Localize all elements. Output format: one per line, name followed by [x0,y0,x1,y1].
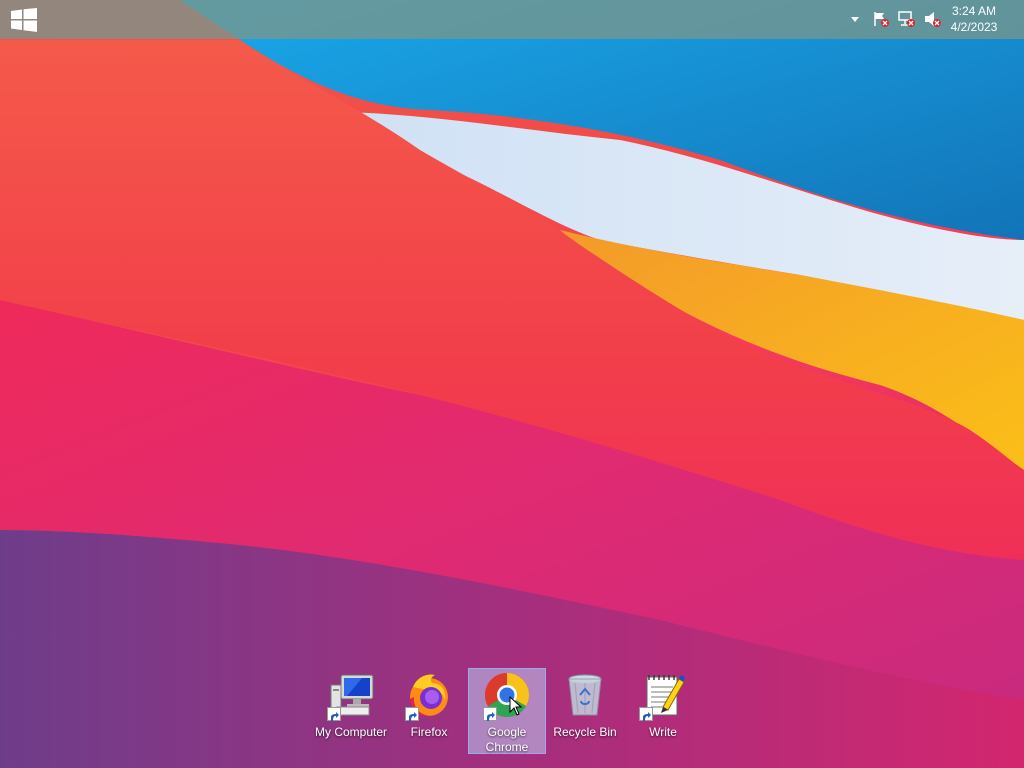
start-button[interactable] [8,6,40,34]
desktop-icon-label: Recycle Bin [553,725,617,739]
desktop-icon-label: My Computer [314,725,388,739]
desktop[interactable]: 3:24 AM 4/2/2023 My Computer Firefox Goo… [0,0,1024,768]
chrome-icon [483,671,531,721]
windows-logo-icon [11,8,37,32]
desktop-icon-label: Write [649,725,677,739]
clock-date: 4/2/2023 [950,20,998,34]
desktop-icon-label: Google Chrome [485,725,529,754]
system-tray [846,8,942,30]
write-notepad-icon [639,671,687,721]
firefox-icon [405,671,453,721]
mouse-pointer-icon [509,696,523,716]
taskbar: 3:24 AM 4/2/2023 [0,0,1024,39]
desktop-icon-write[interactable]: Write [624,668,702,754]
desktop-icon-google-chrome[interactable]: Google Chrome [468,668,546,754]
desktop-icon-firefox[interactable]: Firefox [390,668,468,754]
action-center-flag-error-icon[interactable] [872,10,890,28]
desktop-icon-label: Firefox [410,725,448,739]
computer-icon [327,671,375,721]
speaker-muted-icon[interactable] [924,10,942,28]
clock[interactable]: 3:24 AM 4/2/2023 [942,3,1006,35]
wallpaper [0,0,1024,768]
shortcut-arrow-icon [405,707,419,721]
recycle-bin-icon [561,671,609,719]
show-hidden-icons-arrow[interactable] [846,10,864,28]
clock-time: 3:24 AM [951,4,997,18]
shortcut-arrow-icon [483,707,497,721]
desktop-icon-row: My Computer Firefox Google Chrome Recycl… [312,668,702,754]
shortcut-arrow-icon [327,707,341,721]
desktop-icon-my-computer[interactable]: My Computer [312,668,390,754]
network-disconnected-icon[interactable] [898,10,916,28]
shortcut-arrow-icon [639,707,653,721]
desktop-icon-recycle-bin[interactable]: Recycle Bin [546,668,624,754]
